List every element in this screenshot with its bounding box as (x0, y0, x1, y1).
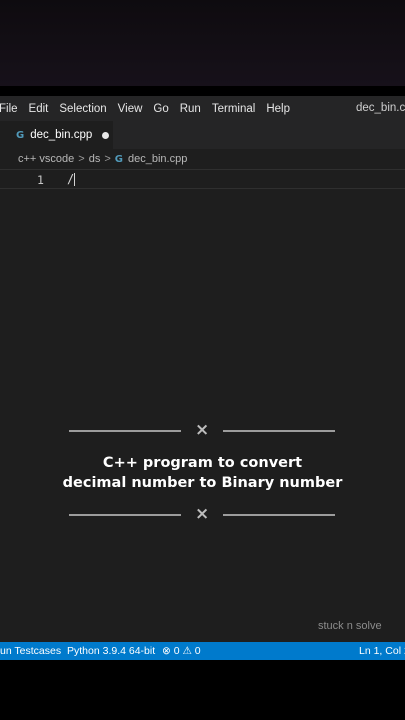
menu-edit[interactable]: Edit (29, 103, 49, 115)
tab-dec-bin-cpp[interactable]: G dec_bin.cpp (0, 121, 113, 149)
breadcrumb-item-file[interactable]: dec_bin.cpp (128, 153, 187, 165)
status-cursor-position[interactable]: Ln 1, Col 2 (359, 645, 405, 657)
chevron-right-icon: > (78, 153, 85, 165)
watermark-text: stuck n solve (318, 620, 382, 632)
menu-run[interactable]: Run (180, 103, 201, 115)
overlay-divider-line (223, 430, 335, 432)
chevron-right-icon: > (104, 153, 111, 165)
status-run-testcases[interactable]: un Testcases (0, 645, 61, 657)
overlay-divider-line (69, 430, 181, 432)
breadcrumb: c++ vscode > ds > G dec_bin.cpp (0, 149, 405, 169)
overlay-divider-line (69, 514, 181, 516)
overlay-title-line-1: C++ program to convert (102, 455, 303, 471)
menu-view[interactable]: View (118, 103, 143, 115)
breadcrumb-item-ds[interactable]: ds (89, 153, 101, 165)
menubar: File Edit Selection View Go Run Terminal… (0, 96, 405, 121)
tab-bar: G dec_bin.cpp (0, 121, 405, 149)
cpp-file-icon: G (114, 153, 123, 165)
unsaved-dot-icon[interactable] (102, 131, 110, 139)
breadcrumb-item-folder[interactable]: c++ vscode (18, 153, 74, 165)
menu-selection[interactable]: Selection (59, 103, 106, 115)
line-number: 1 (37, 173, 44, 187)
code-editor[interactable]: 1 / (0, 169, 405, 619)
menu-terminal[interactable]: Terminal (212, 103, 255, 115)
status-python-interpreter[interactable]: Python 3.9.4 64-bit (67, 645, 155, 657)
top-black-bar (0, 0, 405, 86)
tab-label: dec_bin.cpp (30, 129, 93, 141)
status-problems[interactable]: ⊗ 0 ⚠ 0 (162, 645, 201, 657)
cpp-file-icon: G (16, 129, 25, 141)
close-icon: × (195, 420, 210, 440)
text-cursor (74, 173, 75, 186)
status-bar: un Testcases Python 3.9.4 64-bit ⊗ 0 ⚠ 0… (0, 642, 405, 660)
vscode-window: File Edit Selection View Go Run Terminal… (0, 96, 405, 642)
menu-list: File Edit Selection View Go Run Terminal… (0, 103, 301, 115)
menu-help[interactable]: Help (266, 103, 290, 115)
overlay-divider-line (223, 514, 335, 516)
menu-file[interactable]: File (0, 103, 18, 115)
window-title: dec_bin.cpp (356, 102, 405, 114)
overlay-title-line-2: decimal number to Binary number (62, 475, 343, 491)
editor-line[interactable]: 1 / (0, 169, 405, 189)
menu-go[interactable]: Go (153, 103, 168, 115)
close-icon: × (195, 504, 210, 524)
